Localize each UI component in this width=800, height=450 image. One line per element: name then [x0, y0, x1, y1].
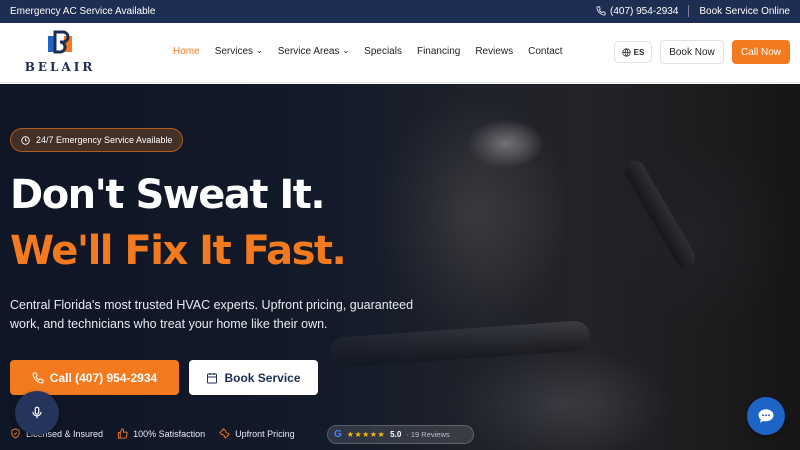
topbar-divider [688, 5, 690, 17]
call-now-button[interactable]: Call Now [732, 40, 790, 64]
review-count: · 19 Reviews [406, 430, 450, 439]
nav-item-specials[interactable]: Specials [364, 46, 402, 57]
hero-book-service-button[interactable]: Book Service [189, 360, 318, 395]
nav-item-label: Reviews [475, 46, 514, 57]
hero-headline-accent: We'll Fix It Fast. [10, 228, 347, 274]
language-toggle-button[interactable]: ES [614, 41, 652, 63]
trust-label: 100% Satisfaction [133, 428, 206, 439]
nav-item-label: Home [173, 46, 200, 57]
google-reviews-badge[interactable]: G ★★★★★ 5.0 · 19 Reviews [327, 425, 474, 444]
phone-icon [596, 6, 606, 16]
hero-headline: Don't Sweat It. [10, 172, 326, 218]
globe-icon [622, 47, 631, 57]
belair-logo-mark-icon [48, 30, 72, 54]
calendar-icon [207, 372, 218, 383]
hero-call-label: Call (407) 954-2934 [49, 370, 158, 385]
topbar-actions: (407) 954-2934 Book Service Online [596, 5, 790, 17]
rating-score: 5.0 [390, 430, 402, 439]
top-announcement-bar: Emergency AC Service Available (407) 954… [0, 0, 800, 23]
topbar-book-online-link[interactable]: Book Service Online [699, 6, 790, 17]
thumbs-up-icon [117, 428, 128, 439]
nav-item-service-areas[interactable]: Service Areas ⌄ [278, 46, 349, 57]
phone-icon [32, 371, 44, 383]
shield-check-icon [11, 428, 20, 439]
emergency-notice: Emergency AC Service Available [10, 6, 156, 17]
topbar-phone-number: (407) 954-2934 [610, 5, 679, 17]
chevron-down-icon: ⌄ [342, 46, 350, 55]
nav-item-services[interactable]: Services ⌄ [215, 46, 263, 57]
hero-call-button[interactable]: Call (407) 954-2934 [10, 360, 179, 395]
clock-icon [21, 135, 30, 145]
wrench-icon [219, 428, 230, 439]
primary-nav: Home Services ⌄ Service Areas ⌄ Specials F… [173, 46, 578, 57]
topbar-phone-link[interactable]: (407) 954-2934 [596, 6, 678, 17]
nav-item-financing[interactable]: Financing [417, 46, 460, 57]
nav-item-label: Contact [528, 46, 563, 57]
voice-assistant-button[interactable] [15, 391, 59, 435]
nav-item-reviews[interactable]: Reviews [475, 46, 513, 57]
logo-wordmark: BELAIR [24, 60, 96, 74]
chat-bubble-icon [758, 409, 774, 423]
hero-book-label: Book Service [224, 370, 301, 385]
trust-item-pricing: Upfront Pricing [219, 428, 295, 439]
emergency-service-badge: 24/7 Emergency Service Available [10, 128, 184, 152]
trust-badges: Licensed & Insured 100% Satisfaction Upf… [10, 428, 309, 439]
belair-logo[interactable]: BELAIR [22, 30, 98, 76]
trust-label: Upfront Pricing [235, 428, 295, 439]
nav-item-label: Financing [416, 46, 461, 57]
main-navbar: BELAIR Home Services ⌄ Service Areas ⌄ Spe… [0, 23, 800, 83]
google-icon: G [334, 429, 342, 440]
trust-item-satisfaction: 100% Satisfaction [117, 428, 205, 439]
microphone-icon [32, 406, 42, 419]
nav-item-label: Service Areas [277, 46, 340, 57]
chevron-down-icon: ⌄ [256, 46, 263, 55]
rating-stars: ★★★★★ [346, 430, 386, 439]
badge-label: 24/7 Emergency Service Available [36, 135, 173, 145]
nav-item-contact[interactable]: Contact [528, 46, 562, 57]
book-now-button[interactable]: Book Now [660, 40, 724, 64]
nav-item-home[interactable]: Home [173, 46, 200, 57]
hero-subtext: Central Florida's most trusted HVAC expe… [10, 298, 414, 331]
nav-item-label: Specials [364, 46, 402, 57]
chat-widget-button[interactable] [747, 397, 785, 435]
nav-item-label: Services [214, 46, 254, 57]
language-label: ES [633, 47, 645, 57]
